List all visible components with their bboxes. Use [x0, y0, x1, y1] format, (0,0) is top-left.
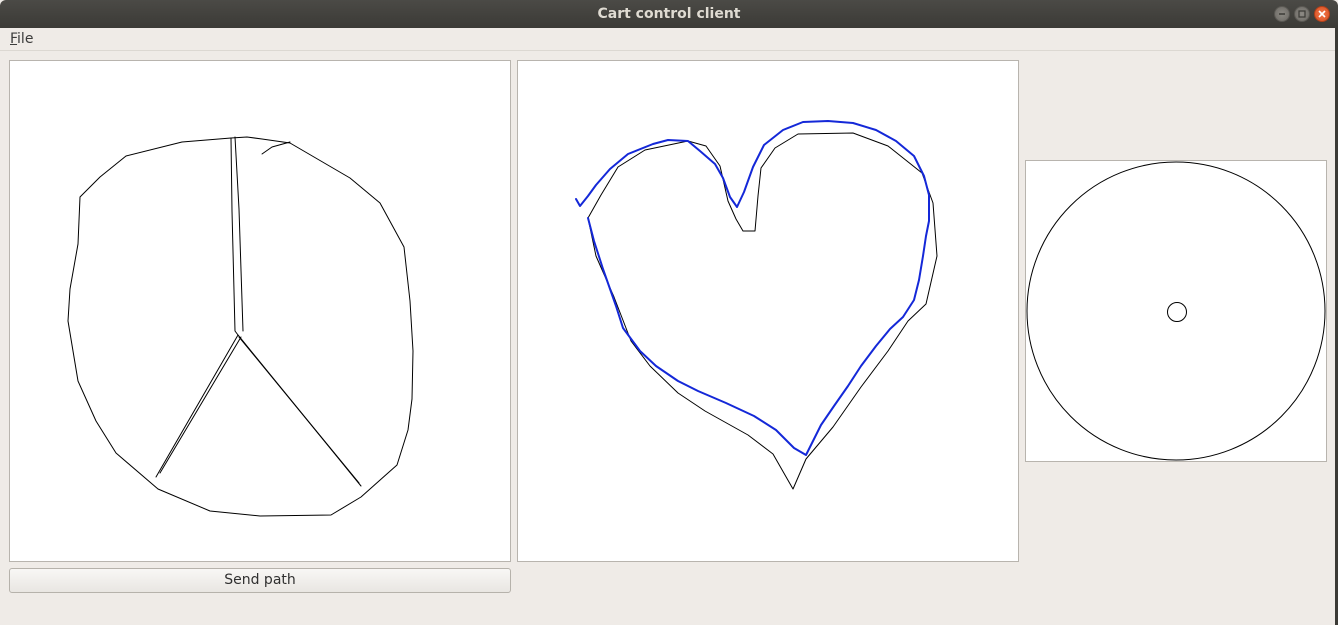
send-path-button[interactable]: Send path: [9, 568, 511, 593]
joystick-handle: [1167, 302, 1187, 322]
menu-file-mnemonic: F: [10, 31, 18, 47]
joystick-drawing: [1026, 161, 1326, 461]
close-button[interactable]: [1314, 6, 1330, 22]
drawn-path-stroke-right-b: [238, 336, 360, 484]
tracked-path: [575, 120, 930, 456]
app-window: Cart control client File Send path: [0, 0, 1338, 625]
maximize-icon: [1298, 10, 1306, 18]
maximize-button[interactable]: [1294, 6, 1310, 22]
menu-file-label-rest: ile: [17, 31, 34, 47]
drawn-path-stroke-left-b: [159, 336, 242, 474]
minimize-icon: [1279, 13, 1285, 15]
drawn-path-stroke-vertical-b: [234, 136, 244, 332]
peace-sign-drawing: [67, 136, 414, 517]
heart-drawing: [575, 120, 938, 490]
drawn-path-stroke-hook: [261, 141, 291, 155]
target-path: [587, 132, 938, 490]
drawn-path-stroke-left-a: [155, 334, 239, 478]
menu-bar: File: [0, 28, 1338, 51]
window-title: Cart control client: [597, 6, 741, 22]
close-icon: [1318, 10, 1326, 18]
drawing-canvas[interactable]: [9, 60, 511, 562]
title-bar[interactable]: Cart control client: [0, 0, 1338, 28]
joystick-pad[interactable]: [1025, 160, 1327, 462]
menu-file[interactable]: File: [10, 30, 33, 48]
tracking-canvas[interactable]: [517, 60, 1019, 562]
minimize-button[interactable]: [1274, 6, 1290, 22]
drawn-path-outline: [67, 136, 414, 517]
